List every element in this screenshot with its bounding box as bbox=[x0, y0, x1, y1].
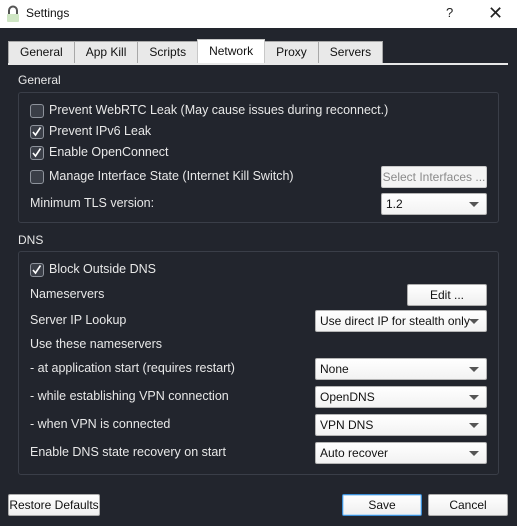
tab-app-kill[interactable]: App Kill bbox=[73, 41, 139, 63]
establishing-value: OpenDNS bbox=[320, 390, 375, 404]
server-ip-lookup-select[interactable]: Use direct IP for stealth only bbox=[315, 310, 487, 332]
tab-proxy[interactable]: Proxy bbox=[264, 41, 319, 63]
checkmark-icon bbox=[32, 127, 42, 137]
dropdown-arrow-icon bbox=[469, 202, 479, 207]
manage-interface-label: Manage Interface State (Internet Kill Sw… bbox=[49, 169, 294, 183]
block-outside-dns-label: Block Outside DNS bbox=[49, 262, 156, 276]
prevent-webrtc-label: Prevent WebRTC Leak (May cause issues du… bbox=[49, 103, 389, 117]
block-outside-dns-checkbox[interactable] bbox=[30, 263, 44, 277]
connected-label: - when VPN is connected bbox=[30, 417, 171, 431]
app-start-select[interactable]: None bbox=[315, 358, 487, 380]
min-tls-value: 1.2 bbox=[386, 197, 403, 211]
tab-scripts[interactable]: Scripts bbox=[137, 41, 199, 63]
help-button[interactable]: ? bbox=[446, 5, 453, 20]
connected-select[interactable]: VPN DNS bbox=[315, 414, 487, 436]
tab-general[interactable]: General bbox=[8, 41, 75, 63]
window-title: Settings bbox=[26, 6, 70, 20]
tab-network[interactable]: Network bbox=[197, 39, 266, 63]
checkmark-icon bbox=[32, 265, 42, 275]
app-start-label: - at application start (requires restart… bbox=[30, 361, 235, 375]
min-tls-label: Minimum TLS version: bbox=[30, 196, 155, 210]
prevent-ipv6-checkbox[interactable] bbox=[30, 125, 44, 139]
lock-app-icon bbox=[7, 5, 19, 22]
dns-recovery-value: Auto recover bbox=[320, 446, 389, 460]
dns-recovery-select[interactable]: Auto recover bbox=[315, 442, 487, 464]
prevent-ipv6-label: Prevent IPv6 Leak bbox=[49, 124, 152, 138]
general-section-label: General bbox=[18, 73, 61, 87]
prevent-webrtc-checkbox[interactable] bbox=[30, 104, 44, 118]
establishing-label: - while establishing VPN connection bbox=[30, 389, 229, 403]
enable-openconnect-label: Enable OpenConnect bbox=[49, 145, 169, 159]
enable-openconnect-checkbox[interactable] bbox=[30, 146, 44, 160]
server-ip-lookup-value: Use direct IP for stealth only bbox=[320, 314, 470, 328]
app-start-value: None bbox=[320, 362, 349, 376]
use-nameservers-label: Use these nameservers bbox=[30, 337, 163, 351]
tab-divider bbox=[8, 63, 508, 65]
dropdown-arrow-icon bbox=[469, 451, 479, 456]
establishing-select[interactable]: OpenDNS bbox=[315, 386, 487, 408]
restore-defaults-button[interactable]: Restore Defaults bbox=[8, 494, 100, 516]
manage-interface-checkbox[interactable] bbox=[30, 170, 44, 184]
min-tls-select[interactable]: 1.2 bbox=[381, 193, 487, 215]
nameservers-label: Nameservers bbox=[30, 287, 105, 301]
cancel-button[interactable]: Cancel bbox=[428, 494, 508, 516]
dns-section-label: DNS bbox=[18, 233, 44, 247]
dropdown-arrow-icon bbox=[469, 367, 479, 372]
dropdown-arrow-icon bbox=[469, 319, 479, 324]
edit-nameservers-button[interactable]: Edit ... bbox=[407, 284, 487, 306]
tab-bar: General App Kill Scripts Network Proxy S… bbox=[8, 39, 384, 63]
connected-value: VPN DNS bbox=[320, 418, 374, 432]
save-button[interactable]: Save bbox=[342, 494, 422, 516]
server-ip-lookup-label: Server IP Lookup bbox=[30, 313, 127, 327]
select-interfaces-button[interactable]: Select Interfaces ... bbox=[381, 166, 487, 188]
dns-recovery-label: Enable DNS state recovery on start bbox=[30, 445, 226, 459]
dropdown-arrow-icon bbox=[469, 423, 479, 428]
tab-servers[interactable]: Servers bbox=[317, 41, 384, 63]
title-bar: Settings ? ✕ bbox=[0, 0, 517, 28]
dropdown-arrow-icon bbox=[469, 395, 479, 400]
checkmark-icon bbox=[32, 148, 42, 158]
close-button[interactable]: ✕ bbox=[488, 3, 503, 24]
